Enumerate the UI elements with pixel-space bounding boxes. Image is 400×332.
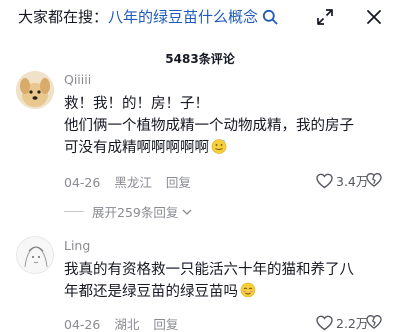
chevron-down-icon <box>182 209 192 215</box>
like-count: 3.4万 <box>336 174 369 189</box>
close-icon[interactable] <box>366 9 382 25</box>
comment-line: 可没有成精啊啊啊啊啊 <box>64 137 376 159</box>
avatar[interactable] <box>16 236 54 274</box>
like-button[interactable]: 2.2万 <box>316 313 368 332</box>
comment-text: 我真的有资格救一只能活六十年的猫和养了八 年都还是绿豆苗的绿豆苗吗 <box>64 259 376 303</box>
comment-line: 他们俩一个植物成精一个动物成精，我的房子 <box>64 118 354 134</box>
broken-heart-icon[interactable] <box>366 314 382 330</box>
like-button[interactable]: 3.4万 <box>316 171 368 190</box>
search-suggestion-bar[interactable]: 大家都在搜：八年的绿豆苗什么概念 <box>0 0 400 36</box>
expand-replies-label: 展开259条回复 <box>92 205 179 220</box>
comment-line: 救！我！的！房！子！ <box>64 96 209 112</box>
comment-line: 我真的有资格救一只能活六十年的猫和养了八 <box>64 262 354 278</box>
comment-date: 04-26 <box>64 175 101 190</box>
comment-meta: 04-26 黑龙江 回复 <box>64 172 205 191</box>
heart-icon <box>316 173 333 188</box>
reply-button[interactable]: 回复 <box>166 175 191 190</box>
comment-meta: 04-26 湖北 回复 <box>64 314 192 332</box>
divider <box>64 211 84 212</box>
comment-username[interactable]: Ling <box>64 238 90 253</box>
blushing-emoji <box>240 282 256 298</box>
search-prefix: 大家都在搜： <box>18 8 109 26</box>
reply-button[interactable]: 回复 <box>153 317 178 332</box>
search-query-link[interactable]: 八年的绿豆苗什么概念 <box>108 8 258 26</box>
grimacing-sweat-emoji <box>211 139 227 154</box>
search-icon[interactable] <box>262 9 278 25</box>
comment-date: 04-26 <box>64 317 101 332</box>
comment-username[interactable]: Qiiiii <box>64 72 91 87</box>
comment-text: 救！我！的！房！子！ 他们俩一个植物成精一个动物成精，我的房子 可没有成精啊啊啊… <box>64 93 376 159</box>
comment-location: 黑龙江 <box>114 175 152 190</box>
expand-replies-button[interactable]: 展开259条回复 <box>64 202 192 221</box>
avatar[interactable] <box>16 71 54 109</box>
search-suggestion[interactable]: 大家都在搜：八年的绿豆苗什么概念 <box>18 7 258 27</box>
comment-count: 5483条评论 <box>165 52 235 66</box>
expand-icon[interactable] <box>316 8 334 26</box>
heart-icon <box>316 315 333 330</box>
comment-location: 湖北 <box>114 317 140 332</box>
broken-heart-icon[interactable] <box>366 172 382 188</box>
like-count: 2.2万 <box>336 316 369 331</box>
comment-line: 年都还是绿豆苗的绿豆苗吗 <box>64 281 376 303</box>
